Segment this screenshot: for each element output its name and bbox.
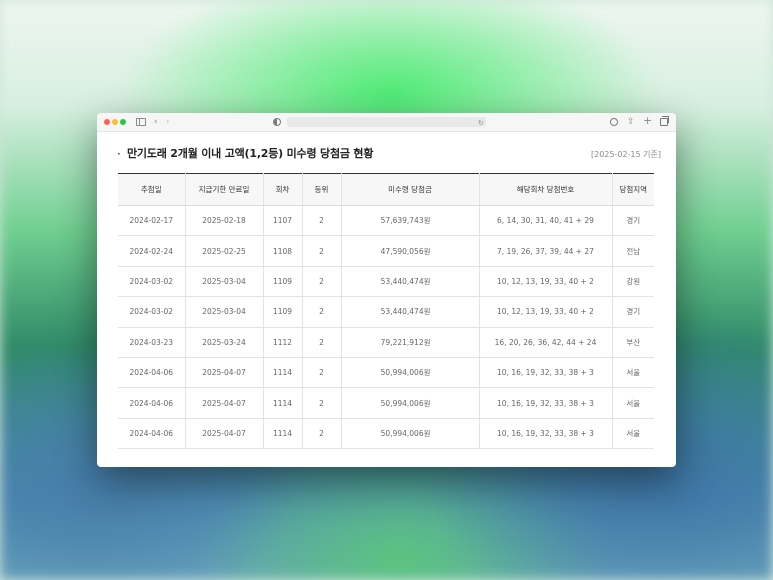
page-content: · 만기도래 2개월 이내 고액(1,2등) 미수령 당첨금 현황 [2025-… bbox=[97, 132, 676, 467]
zoom-window-button[interactable] bbox=[120, 119, 126, 125]
column-header: 추첨일 bbox=[118, 173, 185, 206]
draw-date-cell: 2024-04-06 bbox=[118, 387, 185, 419]
prize-amount-cell: 57,639,743원 bbox=[340, 205, 479, 237]
round-cell: 1108 bbox=[262, 235, 302, 267]
privacy-shield-icon[interactable] bbox=[273, 118, 281, 126]
expiry-date-cell: 2025-02-25 bbox=[184, 235, 263, 267]
page-title: 만기도래 2개월 이내 고액(1,2등) 미수령 당첨금 현황 bbox=[127, 147, 374, 160]
address-bar[interactable] bbox=[287, 117, 486, 127]
rank-cell: 2 bbox=[301, 327, 341, 358]
winning-numbers-cell: 10, 12, 13, 19, 33, 40 + 2 bbox=[478, 266, 612, 298]
table-row: 2024-04-06 2025-04-07 1114 2 50,994,006원… bbox=[118, 387, 654, 419]
unclaimed-prizes-table: 추첨일 지급기한 만료일 회차 등위 미수령 당첨금 해당회차 당첨번호 당첨지… bbox=[118, 173, 654, 450]
table-row: 2024-02-24 2025-02-25 1108 2 47,590,056원… bbox=[118, 235, 654, 267]
prize-amount-cell: 53,440,474원 bbox=[340, 296, 479, 328]
minimize-window-button[interactable] bbox=[112, 119, 118, 125]
table-row: 2024-03-23 2025-03-24 1112 2 79,221,912원… bbox=[118, 327, 654, 358]
region-cell: 경기 bbox=[611, 296, 654, 328]
rank-cell: 2 bbox=[301, 387, 341, 419]
rank-cell: 2 bbox=[301, 418, 341, 450]
column-header: 지급기한 만료일 bbox=[184, 173, 263, 206]
column-header: 등위 bbox=[301, 173, 341, 206]
reload-icon[interactable]: ↻ bbox=[478, 117, 484, 129]
rank-cell: 2 bbox=[301, 266, 341, 298]
title-bullet: · bbox=[117, 147, 121, 161]
winning-numbers-cell: 10, 16, 19, 32, 33, 38 + 3 bbox=[478, 357, 612, 389]
draw-date-cell: 2024-04-06 bbox=[118, 418, 185, 450]
round-cell: 1114 bbox=[262, 357, 302, 389]
winning-numbers-cell: 10, 16, 19, 32, 33, 38 + 3 bbox=[478, 387, 612, 419]
region-cell: 서울 bbox=[611, 418, 654, 450]
reference-date: [2025-02-15 기준] bbox=[591, 150, 661, 159]
expiry-date-cell: 2025-04-07 bbox=[184, 387, 263, 419]
round-cell: 1114 bbox=[262, 387, 302, 419]
prize-amount-cell: 50,994,006원 bbox=[340, 357, 479, 389]
expiry-date-cell: 2025-04-07 bbox=[184, 418, 263, 450]
table-header-row: 추첨일 지급기한 만료일 회차 등위 미수령 당첨금 해당회차 당첨번호 당첨지… bbox=[118, 173, 654, 206]
expiry-date-cell: 2025-04-07 bbox=[184, 357, 263, 389]
region-cell: 전남 bbox=[611, 235, 654, 267]
table-row: 2024-04-06 2025-04-07 1114 2 50,994,006원… bbox=[118, 418, 654, 450]
prize-amount-cell: 79,221,912원 bbox=[340, 327, 479, 358]
prize-amount-cell: 50,994,006원 bbox=[340, 418, 479, 450]
tab-overview-icon[interactable] bbox=[660, 116, 669, 126]
back-icon[interactable]: ‹ bbox=[154, 116, 158, 128]
expiry-date-cell: 2025-02-18 bbox=[184, 205, 263, 237]
close-window-button[interactable] bbox=[104, 119, 110, 125]
draw-date-cell: 2024-03-02 bbox=[118, 296, 185, 328]
round-cell: 1109 bbox=[262, 296, 302, 328]
expiry-date-cell: 2025-03-04 bbox=[184, 266, 263, 298]
rank-cell: 2 bbox=[301, 296, 341, 328]
region-cell: 서울 bbox=[611, 387, 654, 419]
winning-numbers-cell: 7, 19, 26, 37, 39, 44 + 27 bbox=[478, 235, 612, 267]
region-cell: 강원 bbox=[611, 266, 654, 298]
prize-amount-cell: 50,994,006원 bbox=[340, 387, 479, 419]
sidebar-toggle-icon[interactable] bbox=[136, 118, 146, 126]
winning-numbers-cell: 10, 12, 13, 19, 33, 40 + 2 bbox=[478, 296, 612, 328]
draw-date-cell: 2024-04-06 bbox=[118, 357, 185, 389]
expiry-date-cell: 2025-03-04 bbox=[184, 296, 263, 328]
prize-amount-cell: 47,590,056원 bbox=[340, 235, 479, 267]
browser-window: ‹ › ↻ ⇪ + · 만기도래 2개월 이내 고액(1,2등) 미수령 당첨금… bbox=[97, 113, 676, 467]
draw-date-cell: 2024-03-23 bbox=[118, 327, 185, 358]
winning-numbers-cell: 10, 16, 19, 32, 33, 38 + 3 bbox=[478, 418, 612, 450]
rank-cell: 2 bbox=[301, 235, 341, 267]
draw-date-cell: 2024-03-02 bbox=[118, 266, 185, 298]
table-row: 2024-04-06 2025-04-07 1114 2 50,994,006원… bbox=[118, 357, 654, 389]
region-cell: 서울 bbox=[611, 357, 654, 389]
round-cell: 1112 bbox=[262, 327, 302, 358]
region-cell: 부산 bbox=[611, 327, 654, 358]
rank-cell: 2 bbox=[301, 357, 341, 389]
share-icon[interactable]: ⇪ bbox=[627, 116, 635, 128]
browser-toolbar: ‹ › ↻ ⇪ + bbox=[97, 113, 676, 132]
round-cell: 1114 bbox=[262, 418, 302, 450]
column-header: 해당회차 당첨번호 bbox=[478, 173, 612, 206]
winning-numbers-cell: 16, 20, 26, 36, 42, 44 + 24 bbox=[478, 327, 612, 358]
table-row: 2024-03-02 2025-03-04 1109 2 53,440,474원… bbox=[118, 266, 654, 298]
winning-numbers-cell: 6, 14, 30, 31, 40, 41 + 29 bbox=[478, 205, 612, 237]
draw-date-cell: 2024-02-17 bbox=[118, 205, 185, 237]
expiry-date-cell: 2025-03-24 bbox=[184, 327, 263, 358]
column-header: 당첨지역 bbox=[611, 173, 654, 206]
rank-cell: 2 bbox=[301, 205, 341, 237]
region-cell: 경기 bbox=[611, 205, 654, 237]
new-tab-icon[interactable]: + bbox=[643, 115, 652, 127]
download-icon[interactable] bbox=[610, 118, 618, 126]
table-row: 2024-02-17 2025-02-18 1107 2 57,639,743원… bbox=[118, 205, 654, 237]
column-header: 미수령 당첨금 bbox=[340, 173, 479, 206]
prize-amount-cell: 53,440,474원 bbox=[340, 266, 479, 298]
round-cell: 1109 bbox=[262, 266, 302, 298]
round-cell: 1107 bbox=[262, 205, 302, 237]
draw-date-cell: 2024-02-24 bbox=[118, 235, 185, 267]
table-row: 2024-03-02 2025-03-04 1109 2 53,440,474원… bbox=[118, 296, 654, 328]
column-header: 회차 bbox=[262, 173, 302, 206]
forward-icon[interactable]: › bbox=[166, 116, 170, 128]
